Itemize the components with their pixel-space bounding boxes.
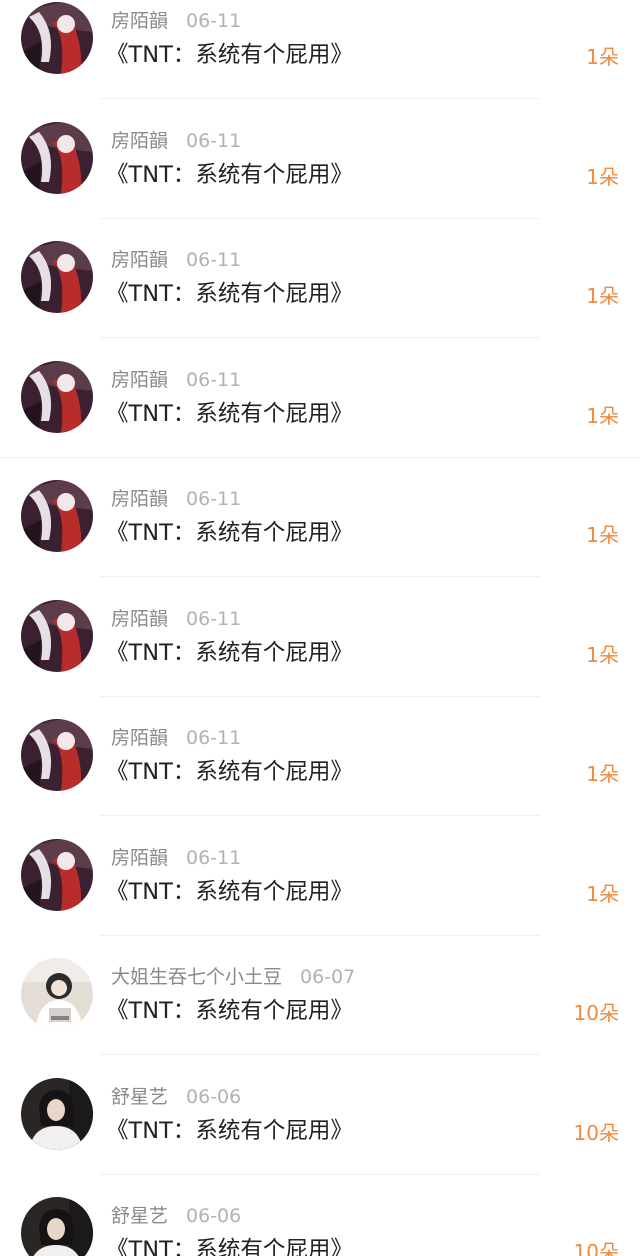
meta: 舒星艺 06-06 — [111, 1082, 241, 1112]
list-item[interactable]: 房陌韻 06-11 《TNT：系统有个屁用》 1朵 — [0, 239, 640, 359]
author-name[interactable]: 舒星艺 — [111, 1086, 168, 1108]
book-title[interactable]: 《TNT：系统有个屁用》 — [106, 994, 353, 1028]
photo-dark-icon[interactable] — [21, 1197, 93, 1256]
list-item[interactable]: 舒星艺 06-06 《TNT：系统有个屁用》 10朵 — [0, 1076, 640, 1196]
anime-red-icon[interactable] — [21, 480, 93, 552]
meta: 房陌韻 06-11 — [111, 6, 241, 36]
meta: 房陌韻 06-11 — [111, 365, 241, 395]
divider — [100, 1054, 540, 1055]
gift-count: 10朵 — [573, 1001, 619, 1025]
photo-dark-icon[interactable] — [21, 1077, 93, 1150]
divider — [100, 98, 540, 99]
author-name[interactable]: 房陌韻 — [111, 727, 168, 749]
anime-red-icon[interactable] — [21, 719, 93, 791]
author-name[interactable]: 舒星艺 — [111, 1205, 168, 1227]
meta: 房陌韻 06-11 — [111, 604, 241, 634]
photo-light-icon[interactable] — [21, 958, 93, 1030]
gift-record-list: 房陌韻 06-11 《TNT：系统有个屁用》 1朵 房陌韻 06-11 《TNT：系… — [0, 0, 640, 1256]
author-name[interactable]: 房陌韻 — [111, 10, 168, 32]
meta: 舒星艺 06-06 — [111, 1201, 241, 1231]
list-item[interactable]: 房陌韻 06-11 《TNT：系统有个屁用》 1朵 — [0, 0, 640, 120]
gift-count: 1朵 — [586, 403, 619, 428]
divider — [100, 1173, 540, 1175]
post-date: 06-11 — [186, 846, 242, 869]
post-date: 06-11 — [186, 727, 242, 749]
list-item[interactable]: 房陌韻 06-11 《TNT：系统有个屁用》 1朵 — [0, 598, 640, 718]
gift-count: 1朵 — [586, 881, 619, 906]
author-name[interactable]: 房陌韻 — [111, 847, 168, 869]
book-title[interactable]: 《TNT：系统有个屁用》 — [106, 277, 353, 311]
divider — [100, 337, 540, 338]
anime-red-icon[interactable] — [21, 838, 93, 911]
post-date: 06-06 — [186, 1085, 242, 1108]
meta: 房陌韻 06-11 — [111, 843, 241, 873]
gift-count: 1朵 — [586, 762, 619, 786]
post-date: 06-11 — [186, 249, 242, 271]
divider — [100, 934, 540, 936]
anime-red-icon[interactable] — [21, 121, 93, 194]
divider — [100, 576, 540, 577]
gift-count: 1朵 — [586, 45, 619, 69]
anime-red-icon[interactable] — [21, 241, 93, 313]
post-date: 06-11 — [186, 10, 242, 32]
gift-count: 1朵 — [586, 284, 619, 308]
divider — [100, 815, 540, 816]
post-date: 06-11 — [186, 607, 242, 630]
post-date: 06-06 — [186, 1205, 242, 1227]
gift-count: 10朵 — [573, 1240, 619, 1256]
book-title[interactable]: 《TNT：系统有个屁用》 — [106, 397, 353, 431]
book-title[interactable]: 《TNT：系统有个屁用》 — [106, 158, 353, 192]
author-name[interactable]: 房陌韻 — [111, 608, 168, 630]
book-title[interactable]: 《TNT：系统有个屁用》 — [106, 1114, 353, 1148]
book-title[interactable]: 《TNT：系统有个屁用》 — [106, 636, 353, 670]
book-title[interactable]: 《TNT：系统有个屁用》 — [106, 755, 353, 789]
meta: 房陌韻 06-11 — [111, 723, 241, 753]
divider — [100, 217, 540, 219]
list-item[interactable]: 房陌韻 06-11 《TNT：系统有个屁用》 1朵 — [0, 837, 640, 957]
gift-count: 1朵 — [586, 642, 619, 667]
list-item[interactable]: 大姐生吞七个小土豆 06-07 《TNT：系统有个屁用》 10朵 — [0, 956, 640, 1076]
book-title[interactable]: 《TNT：系统有个屁用》 — [106, 516, 353, 550]
gift-count: 10朵 — [573, 1120, 619, 1145]
post-date: 06-07 — [300, 966, 356, 988]
gift-count: 1朵 — [586, 523, 619, 547]
book-title[interactable]: 《TNT：系统有个屁用》 — [106, 38, 353, 72]
list-item[interactable]: 房陌韻 06-11 《TNT：系统有个屁用》 1朵 — [0, 717, 640, 837]
author-name[interactable]: 房陌韻 — [111, 249, 168, 271]
divider — [0, 456, 640, 458]
author-name[interactable]: 房陌韻 — [111, 488, 168, 510]
post-date: 06-11 — [186, 488, 242, 510]
book-title[interactable]: 《TNT：系统有个屁用》 — [106, 875, 353, 909]
list-item[interactable]: 房陌韻 06-11 《TNT：系统有个屁用》 1朵 — [0, 478, 640, 598]
author-name[interactable]: 房陌韻 — [111, 369, 168, 391]
anime-red-icon[interactable] — [21, 2, 93, 74]
meta: 房陌韻 06-11 — [111, 484, 241, 514]
list-item[interactable]: 房陌韻 06-11 《TNT：系统有个屁用》 1朵 — [0, 120, 640, 240]
post-date: 06-11 — [186, 368, 242, 391]
gift-count: 1朵 — [586, 164, 619, 189]
meta: 大姐生吞七个小土豆 06-07 — [111, 962, 355, 992]
anime-red-icon[interactable] — [21, 360, 93, 433]
meta: 房陌韻 06-11 — [111, 245, 241, 275]
anime-red-icon[interactable] — [21, 599, 93, 672]
divider — [100, 695, 540, 697]
book-title[interactable]: 《TNT：系统有个屁用》 — [106, 1233, 353, 1256]
list-item[interactable]: 舒星艺 06-06 《TNT：系统有个屁用》 10朵 — [0, 1195, 640, 1256]
author-name[interactable]: 房陌韻 — [111, 130, 168, 152]
post-date: 06-11 — [186, 129, 242, 152]
author-name[interactable]: 大姐生吞七个小土豆 — [111, 966, 282, 988]
meta: 房陌韻 06-11 — [111, 126, 241, 156]
list-item[interactable]: 房陌韻 06-11 《TNT：系统有个屁用》 1朵 — [0, 359, 640, 479]
